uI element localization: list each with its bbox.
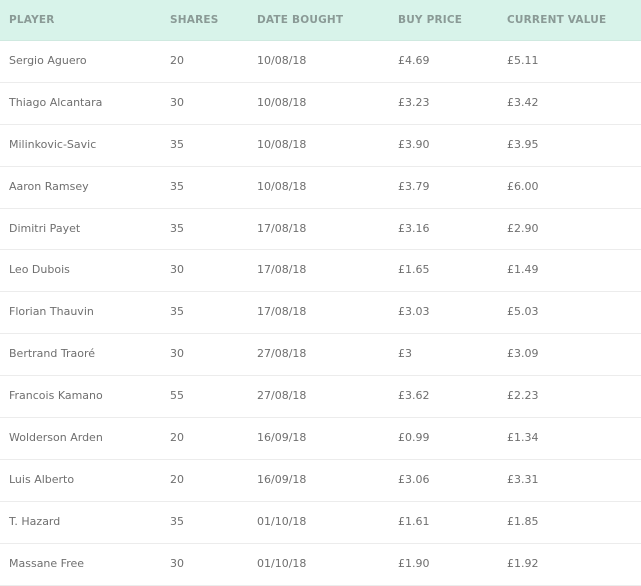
table-row[interactable]: Bertrand Traoré 30 27/08/18 £3 £3.09 [0, 334, 641, 377]
cell-buy-price: £0.99 [398, 431, 430, 445]
table-body: Sergio Aguero 20 10/08/18 £4.69 £5.11 Thiago … [0, 41, 641, 586]
cell-shares: 35 [170, 137, 184, 151]
cell-player: Francois Kamano [9, 389, 103, 403]
cell-current-value: £1.49 [507, 263, 539, 277]
cell-current-value: £5.03 [507, 305, 539, 319]
table-row[interactable]: Luis Alberto 20 16/09/18 £3.06 £3.31 [0, 460, 641, 502]
cell-current-value: £3.31 [507, 472, 539, 486]
cell-buy-price: £3.79 [398, 179, 430, 193]
cell-shares: 55 [170, 389, 184, 403]
cell-shares: 30 [170, 347, 184, 361]
cell-date-bought: 10/08/18 [257, 95, 307, 109]
cell-player: Dimitri Payet [9, 221, 81, 235]
cell-shares: 35 [170, 179, 184, 193]
table-row[interactable]: Wolderson Arden 20 16/09/18 £0.99 £1.34 [0, 418, 641, 460]
table-row[interactable]: Thiago Alcantara 30 10/08/18 £3.23 £3.42 [0, 83, 641, 125]
cell-shares: 20 [170, 472, 184, 486]
header-player[interactable]: PLAYER [9, 0, 55, 40]
header-current-value[interactable]: CURRENT VALUE [507, 0, 606, 40]
cell-shares: 35 [170, 221, 184, 235]
header-shares[interactable]: SHARES [170, 0, 219, 40]
cell-date-bought: 10/08/18 [257, 54, 307, 67]
cell-player: Wolderson Arden [9, 431, 103, 445]
cell-date-bought: 27/08/18 [257, 347, 307, 361]
cell-shares: 35 [170, 514, 184, 528]
header-buy-price[interactable]: BUY PRICE [398, 0, 462, 40]
cell-date-bought: 10/08/18 [257, 137, 307, 151]
portfolio-table: PLAYER SHARES DATE BOUGHT BUY PRICE CURR… [0, 0, 641, 586]
cell-shares: 20 [170, 54, 184, 67]
cell-date-bought: 01/10/18 [257, 556, 307, 570]
table-row[interactable]: Leo Dubois 30 17/08/18 £1.65 £1.49 [0, 250, 641, 293]
cell-player: Aaron Ramsey [9, 179, 89, 193]
cell-date-bought: 01/10/18 [257, 514, 307, 528]
cell-date-bought: 16/09/18 [257, 431, 307, 445]
cell-shares: 20 [170, 431, 184, 445]
cell-current-value: £6.00 [507, 179, 539, 193]
table-header: PLAYER SHARES DATE BOUGHT BUY PRICE CURR… [0, 0, 641, 41]
table-row[interactable]: Sergio Aguero 20 10/08/18 £4.69 £5.11 [0, 41, 641, 83]
cell-player: Massane Free [9, 556, 85, 570]
cell-buy-price: £1.65 [398, 263, 430, 277]
table-row[interactable]: T. Hazard 35 01/10/18 £1.61 £1.85 [0, 502, 641, 544]
cell-date-bought: 17/08/18 [257, 305, 307, 319]
cell-player: Milinkovic-Savic [9, 137, 97, 151]
cell-current-value: £1.85 [507, 514, 539, 528]
cell-buy-price: £3.23 [398, 95, 430, 109]
header-date-bought[interactable]: DATE BOUGHT [257, 0, 343, 40]
table-row[interactable]: Milinkovic-Savic 35 10/08/18 £3.90 £3.95 [0, 125, 641, 167]
cell-player: Luis Alberto [9, 472, 75, 486]
table-row[interactable]: Francois Kamano 55 27/08/18 £3.62 £2.23 [0, 376, 641, 419]
cell-date-bought: 10/08/18 [257, 179, 307, 193]
cell-current-value: £1.92 [507, 556, 539, 570]
cell-current-value: £5.11 [507, 54, 539, 67]
cell-buy-price: £3.16 [398, 221, 430, 235]
cell-date-bought: 17/08/18 [257, 221, 307, 235]
cell-player: Leo Dubois [9, 263, 70, 277]
table-row[interactable]: Aaron Ramsey 35 10/08/18 £3.79 £6.00 [0, 167, 641, 209]
cell-current-value: £1.34 [507, 431, 539, 445]
cell-current-value: £3.09 [507, 347, 539, 361]
cell-player: Florian Thauvin [9, 305, 94, 319]
cell-date-bought: 17/08/18 [257, 263, 307, 277]
cell-shares: 30 [170, 263, 184, 277]
cell-buy-price: £3.06 [398, 472, 430, 486]
cell-player: T. Hazard [9, 514, 61, 528]
cell-buy-price: £3 [398, 347, 412, 361]
cell-buy-price: £4.69 [398, 54, 430, 67]
cell-buy-price: £3.62 [398, 389, 430, 403]
cell-current-value: £2.23 [507, 389, 539, 403]
cell-player: Thiago Alcantara [9, 95, 103, 109]
cell-shares: 35 [170, 305, 184, 319]
cell-current-value: £3.95 [507, 137, 539, 151]
cell-shares: 30 [170, 556, 184, 570]
cell-date-bought: 16/09/18 [257, 472, 307, 486]
cell-buy-price: £3.03 [398, 305, 430, 319]
cell-current-value: £2.90 [507, 221, 539, 235]
cell-buy-price: £3.90 [398, 137, 430, 151]
cell-player: Bertrand Traoré [9, 347, 96, 361]
table-row[interactable]: Massane Free 30 01/10/18 £1.90 £1.92 [0, 544, 641, 586]
cell-current-value: £3.42 [507, 95, 539, 109]
cell-shares: 30 [170, 95, 184, 109]
cell-buy-price: £1.61 [398, 514, 430, 528]
table-row[interactable]: Florian Thauvin 35 17/08/18 £3.03 £5.03 [0, 292, 641, 335]
cell-date-bought: 27/08/18 [257, 389, 307, 403]
table-row[interactable]: Dimitri Payet 35 17/08/18 £3.16 £2.90 [0, 209, 641, 251]
cell-buy-price: £1.90 [398, 556, 430, 570]
cell-player: Sergio Aguero [9, 54, 87, 67]
